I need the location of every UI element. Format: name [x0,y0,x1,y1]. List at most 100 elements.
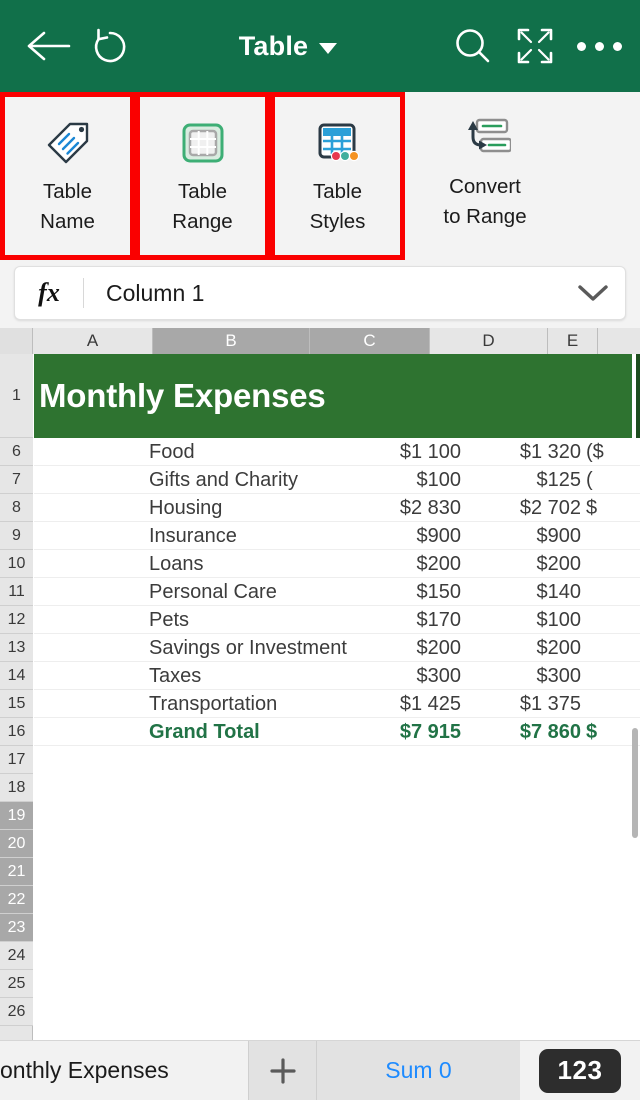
formula-expand-button[interactable] [561,282,625,304]
table-row[interactable]: Savings or Investment $200 $200 [34,634,640,662]
table-row[interactable]: Taxes $300 $300 [34,662,640,690]
context-tab-title[interactable]: Table [134,31,442,62]
row-number-26[interactable]: 26 [0,998,33,1026]
back-button[interactable] [18,30,80,62]
cell-c[interactable]: $125 [461,466,582,494]
cell-d[interactable] [586,578,640,606]
row-number-24[interactable]: 24 [0,942,33,970]
cell-label[interactable]: Pets [149,606,189,634]
cell-c[interactable]: $1 375 [461,690,581,718]
search-button[interactable] [442,25,504,67]
vertical-scrollbar[interactable] [632,728,638,838]
row-number-22[interactable]: 22 [0,886,33,914]
ribbon-item-table-range[interactable]: Table Range [135,92,270,260]
cell-label[interactable]: Taxes [149,662,201,690]
cell-d[interactable] [586,550,640,578]
row-number-19[interactable]: 19 [0,802,33,830]
cell-label[interactable]: Housing [149,494,222,522]
row-number-15[interactable]: 15 [0,690,33,718]
table-row[interactable]: Insurance $900 $900 [34,522,640,550]
cell-c[interactable]: $200 [461,550,582,578]
column-header-e[interactable]: E [548,328,598,354]
cell-d[interactable] [586,662,640,690]
cell-b[interactable]: $7 915 [304,718,461,746]
row-number-25[interactable]: 25 [0,970,33,998]
cell-label[interactable]: Loans [149,550,204,578]
cell-b[interactable]: $150 [304,578,462,606]
cell-d[interactable] [586,522,640,550]
cell-d[interactable] [586,606,640,634]
row-number-6[interactable]: 6 [0,438,33,466]
table-row[interactable]: Gifts and Charity $100 $125 ( [34,466,640,494]
cell-b[interactable]: $1 425 [304,690,461,718]
sum-button[interactable]: Sum 0 [316,1041,520,1100]
cell-label[interactable]: Transportation [149,690,277,718]
ribbon-item-table-styles[interactable]: Table Styles [270,92,405,260]
table-row[interactable]: Pets $170 $100 [34,606,640,634]
cell-b[interactable]: $1 100 [304,438,461,466]
row-number-17[interactable]: 17 [0,746,33,774]
table-row[interactable]: Personal Care $150 $140 [34,578,640,606]
cell-b[interactable]: $300 [304,662,462,690]
row-number-14[interactable]: 14 [0,662,33,690]
table-row[interactable]: Housing $2 830 $2 702 $ [34,494,640,522]
sheet-title-banner[interactable]: Monthly Expenses [34,354,632,438]
cell-d[interactable]: $ [586,494,640,522]
table-row[interactable]: Loans $200 $200 [34,550,640,578]
cell-b[interactable]: $200 [304,634,462,662]
column-header-c[interactable]: C [310,328,430,354]
numeric-keyboard-button[interactable]: 123 [539,1048,621,1093]
cell-label[interactable]: Gifts and Charity [149,466,298,494]
undo-button[interactable] [80,25,140,67]
row-number-13[interactable]: 13 [0,634,33,662]
cell-d[interactable]: ($ [586,438,640,466]
cell-d[interactable]: ( [586,466,640,494]
cell-d[interactable] [586,634,640,662]
row-number-1[interactable]: 1 [0,354,33,438]
spreadsheet-grid[interactable]: A B C D E 1 6 7 8 9 10 11 12 13 14 15 16… [0,328,640,1040]
table-row[interactable]: Transportation $1 425 $1 375 [34,690,640,718]
row-number-7[interactable]: 7 [0,466,33,494]
cell-label[interactable]: Grand Total [149,718,260,746]
row-number-20[interactable]: 20 [0,830,33,858]
cell-c[interactable]: $300 [461,662,582,690]
cell-b[interactable]: $100 [304,466,462,494]
cell-c[interactable]: $2 702 [461,494,581,522]
ribbon-item-table-name[interactable]: Table Name [0,92,135,260]
cell-b[interactable]: $170 [304,606,462,634]
ribbon-item-convert-to-range[interactable]: Convert to Range [405,92,565,260]
cell-c[interactable]: $7 860 [461,718,581,746]
select-all-corner[interactable] [0,328,33,354]
column-header-a[interactable]: A [33,328,153,354]
formula-input[interactable]: Column 1 [84,280,561,307]
row-number-9[interactable]: 9 [0,522,33,550]
fx-icon[interactable]: fx [15,278,83,308]
cell-b[interactable]: $900 [304,522,462,550]
cell-label[interactable]: Insurance [149,522,237,550]
cell-c[interactable]: $140 [461,578,582,606]
cell-c[interactable]: $1 320 [461,438,581,466]
cell-b[interactable]: $2 830 [304,494,461,522]
table-row-grand-total[interactable]: Grand Total $7 915 $7 860 $ [34,718,640,746]
table-row[interactable]: Food $1 100 $1 320 ($ [34,438,640,466]
cell-d[interactable] [586,690,640,718]
row-number-18[interactable]: 18 [0,774,33,802]
cell-label[interactable]: Personal Care [149,578,277,606]
column-header-b[interactable]: B [153,328,310,354]
row-number-11[interactable]: 11 [0,578,33,606]
add-sheet-button[interactable] [248,1041,316,1100]
cell-c[interactable]: $100 [461,606,582,634]
cell-label[interactable]: Food [149,438,195,466]
formula-bar[interactable]: fx Column 1 [14,266,626,320]
row-number-21[interactable]: 21 [0,858,33,886]
row-number-16[interactable]: 16 [0,718,33,746]
expand-button[interactable] [504,26,566,66]
row-number-8[interactable]: 8 [0,494,33,522]
column-header-d[interactable]: D [430,328,548,354]
more-options-button[interactable] [566,41,632,51]
cell-c[interactable]: $900 [461,522,582,550]
row-number-23[interactable]: 23 [0,914,33,942]
row-number-12[interactable]: 12 [0,606,33,634]
sheet-tab[interactable]: onthly Expenses [0,1041,248,1100]
row-number-10[interactable]: 10 [0,550,33,578]
